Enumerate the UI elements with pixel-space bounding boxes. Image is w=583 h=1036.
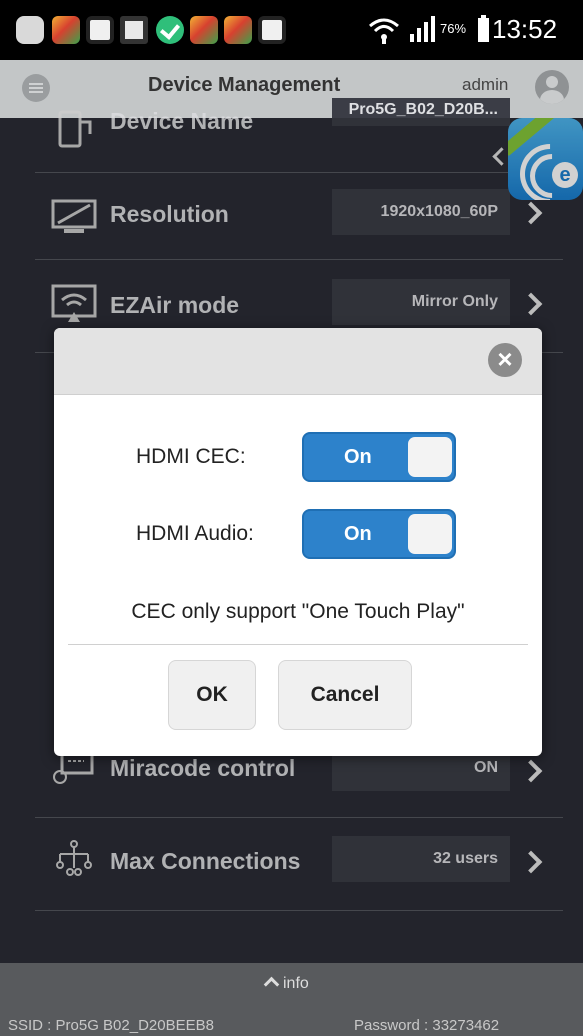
toggle-state: On bbox=[344, 523, 372, 545]
message-icon bbox=[16, 16, 44, 44]
app-icon bbox=[190, 16, 218, 44]
toggle-knob bbox=[408, 514, 452, 554]
chevron-up-icon bbox=[263, 976, 280, 993]
ok-button[interactable]: OK bbox=[168, 660, 256, 730]
signal-icon bbox=[410, 16, 435, 42]
app-icon bbox=[52, 16, 80, 44]
cancel-button[interactable]: Cancel bbox=[278, 660, 412, 730]
ssid-text: SSID : Pro5G B02_D20BEEB8 bbox=[8, 1017, 214, 1034]
wifi-icon bbox=[369, 18, 399, 44]
hdmi-audio-toggle[interactable]: On bbox=[302, 509, 456, 559]
divider bbox=[68, 644, 528, 645]
info-footer: info SSID : Pro5G B02_D20BEEB8 Password … bbox=[0, 963, 583, 1036]
hdmi-cec-label: HDMI CEC: bbox=[136, 445, 246, 468]
toggle-state: On bbox=[344, 446, 372, 468]
s-icon bbox=[258, 16, 286, 44]
close-icon[interactable]: × bbox=[488, 343, 522, 377]
s-icon bbox=[86, 16, 114, 44]
cec-note: CEC only support "One Touch Play" bbox=[131, 600, 465, 623]
password-text: Password : 33273462 bbox=[354, 1017, 500, 1034]
hdmi-audio-label: HDMI Audio: bbox=[136, 522, 254, 545]
app-icon bbox=[224, 16, 252, 44]
info-toggle[interactable]: info bbox=[263, 975, 309, 993]
toggle-knob bbox=[408, 437, 452, 477]
status-bar: 76% 13:52 bbox=[0, 0, 583, 60]
info-label: info bbox=[283, 975, 309, 992]
hdmi-cec-toggle[interactable]: On bbox=[302, 432, 456, 482]
battery-icon bbox=[478, 15, 489, 42]
battery-percent: 76% bbox=[440, 21, 467, 36]
hdmi-settings-dialog: × HDMI CEC: On HDMI Audio: On CEC only s… bbox=[54, 328, 542, 756]
dialog-header: × bbox=[54, 328, 542, 395]
clock: 13:52 bbox=[492, 14, 558, 44]
gallery-icon bbox=[120, 16, 148, 44]
check-icon bbox=[156, 16, 184, 44]
